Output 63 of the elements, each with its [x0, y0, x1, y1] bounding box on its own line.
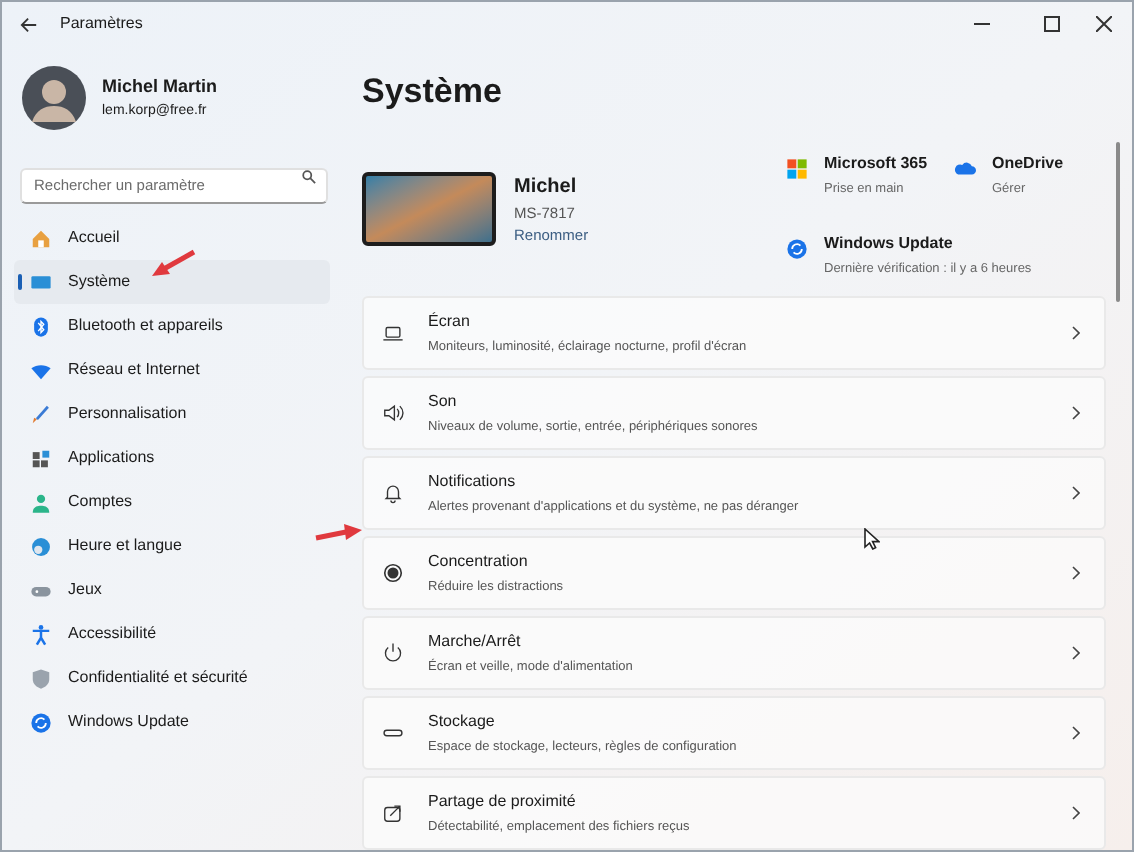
search-icon	[302, 169, 316, 183]
avatar-icon	[22, 66, 86, 130]
chevron-right-icon	[1072, 326, 1080, 340]
card-title: Partage de proximité	[428, 789, 578, 814]
sidebar-item[interactable]: Bluetooth et appareils	[14, 304, 330, 348]
arrow-icon	[314, 524, 364, 544]
arrow-icon	[150, 248, 198, 278]
sidebar-item[interactable]: Applications	[14, 436, 330, 480]
maximize-icon[interactable]	[1044, 16, 1060, 32]
sidebar-item[interactable]: Comptes	[14, 480, 330, 524]
scrollbar-thumb[interactable]	[1116, 142, 1120, 302]
card-title: Stockage	[428, 709, 497, 734]
sidebar-item[interactable]: Jeux	[14, 568, 330, 612]
close-icon[interactable]	[1096, 16, 1112, 32]
sidebar-item[interactable]: Personnalisation	[14, 392, 330, 436]
chevron-right-icon	[1072, 806, 1080, 820]
brush-icon	[30, 403, 52, 425]
power-icon	[382, 642, 404, 664]
card-title: Marche/Arrêt	[428, 629, 523, 654]
home-icon	[30, 227, 52, 249]
chevron-right-icon	[1072, 486, 1080, 500]
sidebar-item[interactable]: Accueil	[14, 216, 330, 260]
link-title[interactable]: OneDrive	[992, 151, 1064, 175]
chevron-right-icon	[1072, 566, 1080, 580]
wallpaper-thumbnail	[362, 171, 496, 246]
link-title[interactable]: Microsoft 365	[824, 151, 928, 175]
sync-icon	[30, 711, 52, 733]
speaker-icon	[382, 402, 404, 424]
sidebar-item[interactable]: Accessibilité	[14, 612, 330, 656]
focus-icon	[382, 562, 404, 584]
wifi-icon	[30, 359, 52, 381]
laptop-icon	[382, 322, 404, 344]
apps-icon	[30, 447, 52, 469]
sidebar-item[interactable]: Système	[14, 260, 330, 304]
bell-icon	[382, 482, 404, 504]
share-icon	[382, 802, 404, 824]
office-logo-icon	[786, 157, 808, 179]
shield-icon	[30, 667, 52, 689]
account-name: Michel Martin	[102, 73, 218, 99]
card-title: Son	[428, 389, 459, 414]
card-title: Notifications	[428, 469, 518, 494]
link-title[interactable]: Windows Update	[824, 231, 1040, 255]
mouse-cursor-icon	[864, 528, 880, 550]
person-icon	[30, 491, 52, 513]
accessibility-icon	[30, 623, 52, 645]
chevron-right-icon	[1072, 406, 1080, 420]
sidebar-item[interactable]: Confidentialité et sécurité	[14, 656, 330, 700]
chevron-right-icon	[1072, 646, 1080, 660]
bluetooth-icon	[30, 315, 52, 337]
monitor-icon	[30, 271, 52, 293]
page-title: Système	[362, 70, 504, 114]
sync-icon	[786, 237, 808, 259]
window-title: Paramètres	[60, 12, 143, 36]
card-title: Écran	[428, 309, 472, 334]
cloud-icon	[954, 157, 976, 179]
card-title: Concentration	[428, 549, 530, 574]
device-name: Michel	[514, 173, 579, 201]
chevron-right-icon	[1072, 726, 1080, 740]
sidebar-item[interactable]: Réseau et Internet	[14, 348, 330, 392]
sidebar-item[interactable]: Windows Update	[14, 700, 330, 744]
selection-indicator	[18, 274, 22, 290]
sidebar-item[interactable]: Heure et langue	[14, 524, 330, 568]
back-icon[interactable]	[20, 15, 38, 33]
